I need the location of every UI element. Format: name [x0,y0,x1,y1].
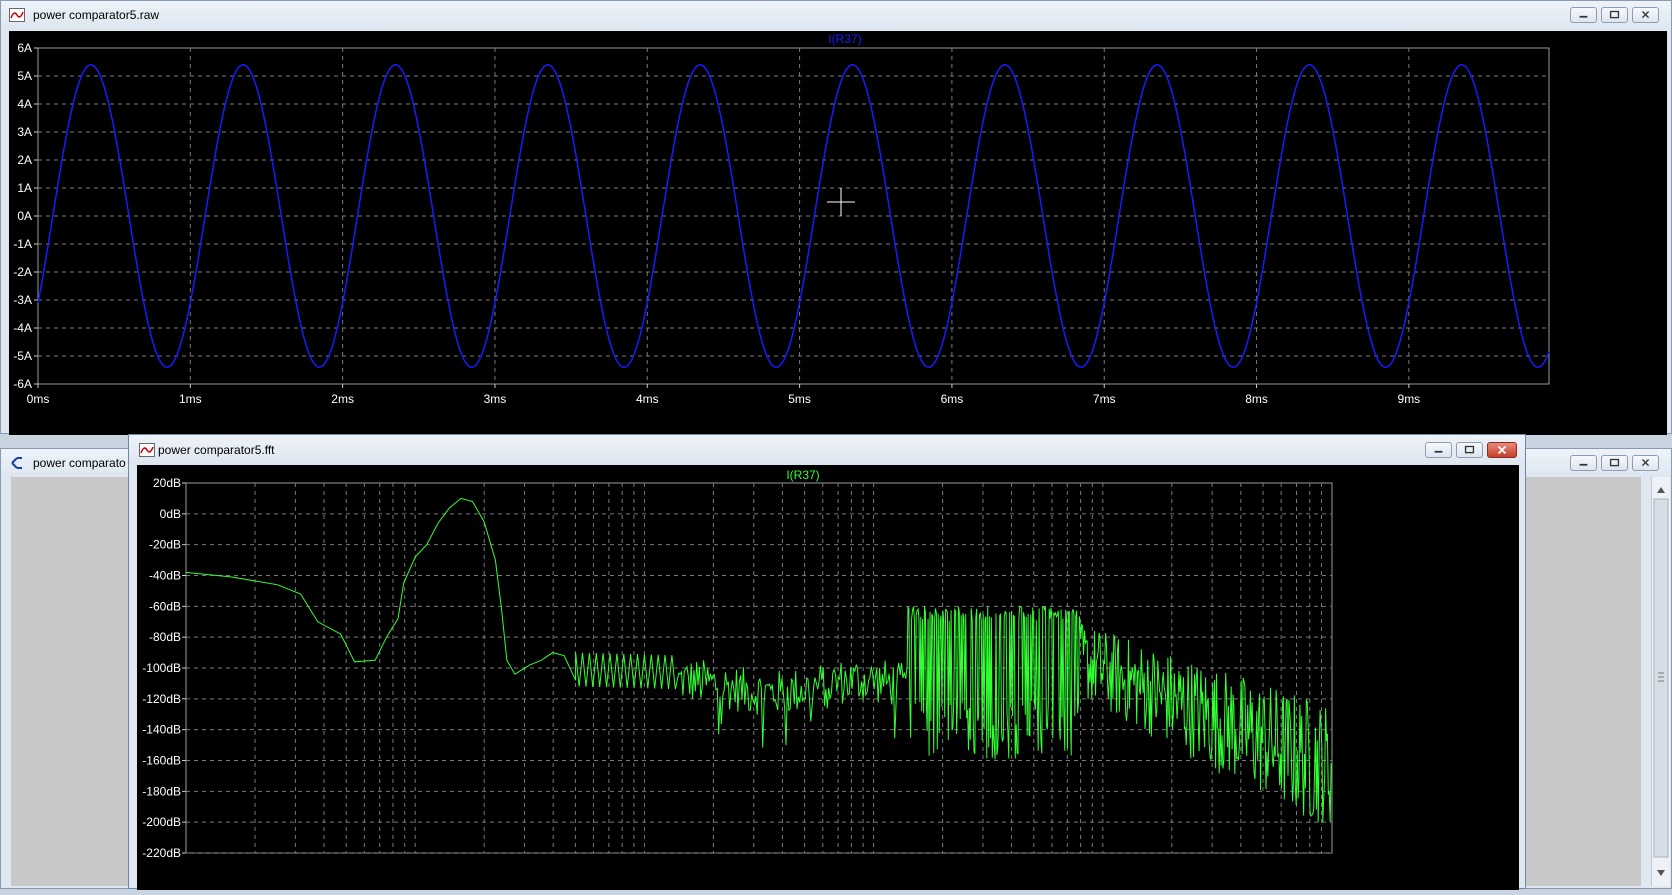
close-button[interactable] [1487,442,1517,458]
x-tick-label: 4ms [636,392,659,406]
y-tick-label: -200dB [142,815,181,829]
y-tick-label: -100dB [142,661,181,675]
y-tick-label: 5A [17,69,32,83]
close-button[interactable] [1632,455,1659,471]
y-tick-label: -4A [13,321,32,335]
waveform-icon [9,8,25,22]
minimize-button[interactable] [1425,442,1452,458]
raw-window: power comparator5.raw I(R37) 0ms 1ms 2ms 3m… [0,0,1672,435]
fft-trace [185,497,1332,823]
maximize-button[interactable] [1601,455,1628,471]
back-window-title: power comparato [33,456,126,470]
chart-title: I(R37) [786,468,819,482]
y-tick-label: 0A [17,209,32,223]
y-tick-label: -80dB [149,630,181,644]
close-button[interactable] [1632,7,1659,23]
y-tick-label: 4A [17,97,32,111]
y-tick-label: -2A [13,265,32,279]
schematic-icon [11,457,22,469]
y-tick-label: -220dB [142,846,181,860]
minimize-button[interactable] [1570,7,1597,23]
y-tick-label: -5A [13,349,32,363]
vertical-scrollbar[interactable] [1651,477,1670,886]
y-tick-label: -160dB [142,754,181,768]
minimize-button[interactable] [1570,455,1597,471]
fft-chart: I(R37) 20dB 0dB -20dB -40dB -60dB -80dB -100dB… [142,468,1333,860]
x-tick-label: 2ms [331,392,354,406]
y-tick-label: -20dB [149,538,181,552]
y-tick-label: 3A [17,125,32,139]
y-tick-label: 1A [17,181,32,195]
chart-title: I(R37) [828,32,861,46]
time-plot-area[interactable]: I(R37) 0ms 1ms 2ms 3ms 4ms 5ms 6ms 7ms 8ms 9ms 6A 5… [9,31,1667,435]
y-tick-label: -180dB [142,784,181,798]
y-tick-label: -120dB [142,692,181,706]
y-tick-label: 6A [17,41,32,55]
x-tick-label: 5ms [788,392,811,406]
fft-window-title: power comparator5.fft [158,443,275,457]
x-tick-label: 0ms [27,392,50,406]
y-tick-label: -3A [13,293,32,307]
y-tick-label: 2A [17,153,32,167]
x-tick-label: 1ms [179,392,202,406]
x-tick-label: 9ms [1398,392,1421,406]
y-tick-label: -40dB [149,569,181,583]
fft-titlebar[interactable]: power comparator5.fft [129,435,1525,465]
y-tick-label: -60dB [149,599,181,613]
y-tick-label: -6A [13,377,32,391]
y-tick-label: -140dB [142,723,181,737]
fft-window: power comparator5.fft I(R37) 20dB 0dB -20d… [128,434,1526,890]
x-tick-label: 7ms [1093,392,1116,406]
time-chart: I(R37) 0ms 1ms 2ms 3ms 4ms 5ms 6ms 7ms 8ms 9ms 6A 5… [13,32,1550,406]
raw-titlebar[interactable]: power comparator5.raw [1,1,1671,29]
maximize-button[interactable] [1601,7,1628,23]
x-tick-label: 3ms [484,392,507,406]
maximize-button[interactable] [1456,442,1483,458]
x-tick-label: 6ms [941,392,964,406]
y-tick-label: 0dB [160,507,181,521]
fft-plot-area[interactable]: I(R37) 20dB 0dB -20dB -40dB -60dB -80dB -100dB… [137,465,1519,890]
x-tick-label: 8ms [1245,392,1268,406]
waveform-icon [139,443,155,457]
y-tick-label: 20dB [153,476,181,490]
raw-window-title: power comparator5.raw [33,8,160,22]
y-tick-label: -1A [13,237,32,251]
